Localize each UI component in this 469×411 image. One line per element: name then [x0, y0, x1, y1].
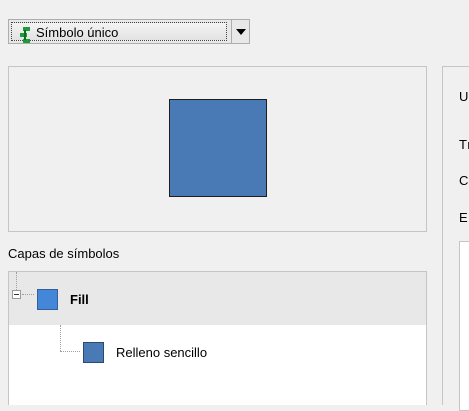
- symbol-preview-panel: [8, 66, 427, 232]
- style-list-box[interactable]: [459, 241, 469, 411]
- single-symbol-icon: [20, 27, 30, 43]
- property-label-unit: U: [459, 89, 469, 104]
- tree-connector: [60, 351, 80, 352]
- property-label-style: E: [459, 210, 468, 225]
- tree-connector: [60, 325, 61, 351]
- chevron-down-icon[interactable]: [236, 29, 246, 35]
- tree-connector: [22, 294, 34, 295]
- tree-connector: [16, 272, 17, 290]
- collapse-icon[interactable]: [12, 290, 21, 299]
- renderer-dropdown[interactable]: Símbolo único: [8, 19, 250, 44]
- symbol-preview-swatch: [169, 99, 267, 197]
- dropdown-separator: [231, 20, 232, 43]
- simple-fill-label[interactable]: Relleno sencillo: [116, 345, 207, 360]
- renderer-selected-label: Símbolo único: [36, 25, 119, 40]
- fill-layer-label: Fill: [70, 292, 89, 307]
- fill-layer-swatch: [37, 289, 58, 310]
- renderer-dropdown-face[interactable]: Símbolo único: [11, 22, 227, 43]
- symbol-properties-panel: U Tı C E: [442, 66, 469, 411]
- simple-fill-swatch: [83, 342, 104, 363]
- property-label-color: C: [459, 173, 469, 188]
- property-label-transparency: Tı: [459, 137, 469, 152]
- symbol-layers-tree[interactable]: Fill Relleno sencillo: [8, 271, 427, 405]
- symbol-layers-title: Capas de símbolos: [8, 246, 120, 261]
